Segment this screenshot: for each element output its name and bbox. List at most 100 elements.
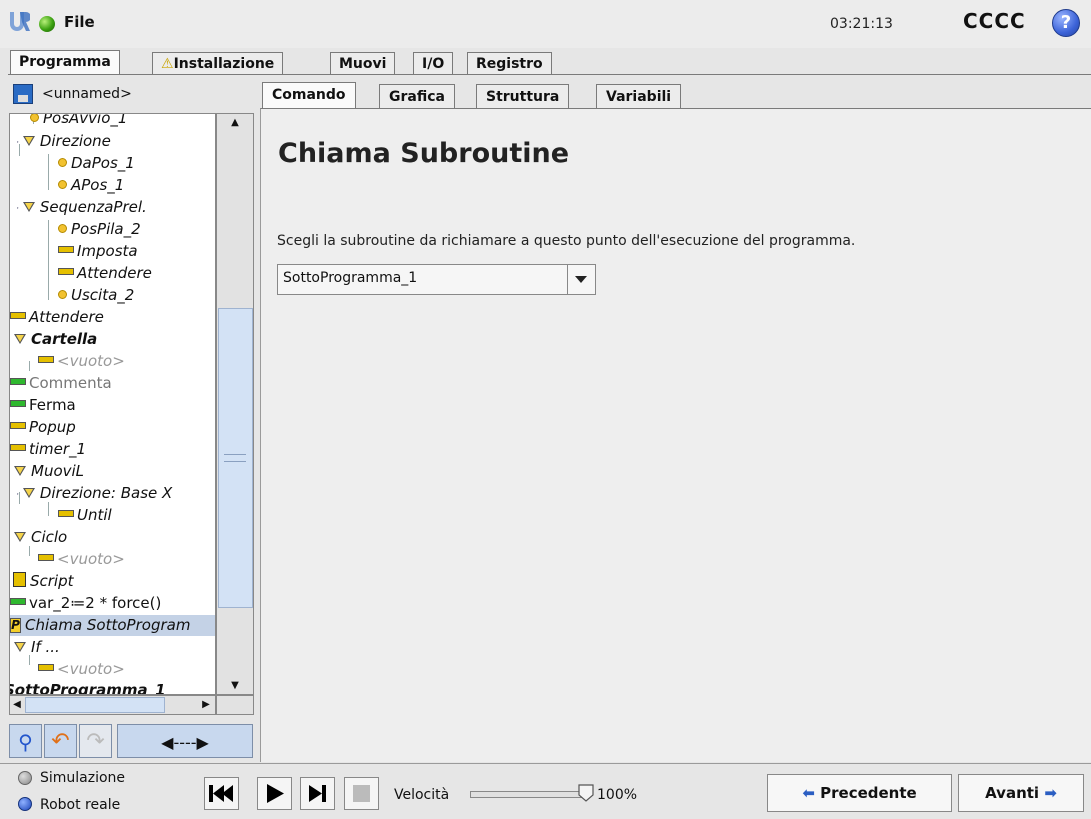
folder-triangle-icon: [22, 488, 35, 498]
redo-icon: ↷: [86, 729, 105, 754]
next-button[interactable]: Avanti ➡: [958, 774, 1084, 812]
scroll-right-icon[interactable]: ▶: [200, 699, 212, 713]
arrow-left-right-icon: ◀----▶: [161, 733, 209, 752]
tree-node[interactable]: MuoviL: [14, 461, 84, 482]
description-text: Scegli la subroutine da richiamare a que…: [277, 233, 856, 249]
tab-label: Comando: [272, 87, 346, 103]
help-icon[interactable]: ?: [1052, 9, 1080, 37]
tree-node[interactable]: PosPila_2: [58, 219, 141, 240]
tab-muovi[interactable]: Muovi: [330, 52, 396, 74]
tab-variabili[interactable]: Variabili: [596, 84, 682, 108]
tab-installazione[interactable]: ⚠Installazione: [152, 52, 284, 74]
green-bar-icon: [10, 378, 26, 385]
folder-triangle-icon: [22, 202, 35, 212]
grip-icon: [224, 454, 246, 462]
tree-node[interactable]: Commenta: [10, 373, 112, 394]
step-button[interactable]: [300, 777, 335, 810]
folder-triangle-icon: [14, 334, 26, 344]
tree-node[interactable]: ᐧ Direzione: [16, 131, 111, 152]
play-icon: [267, 784, 284, 803]
tree-node[interactable]: PosAvvio_1: [30, 114, 127, 129]
tree-node[interactable]: <vuoto>: [38, 351, 125, 372]
tab-io[interactable]: I/O: [413, 52, 454, 74]
tab-divider: [8, 74, 1091, 75]
yellow-bar-icon: [10, 422, 26, 429]
tree-node-selected[interactable]: P Chiama SottoProgram: [10, 615, 215, 636]
tree-node[interactable]: ᐧ SequenzaPrel.: [16, 197, 147, 218]
tree-node-label: Chiama SottoProgram: [25, 616, 191, 634]
search-button[interactable]: ⚲: [9, 724, 42, 758]
tab-grafica[interactable]: Grafica: [379, 84, 455, 108]
tree-node[interactable]: DaPos_1: [58, 153, 135, 174]
play-button[interactable]: [257, 777, 292, 810]
file-menu[interactable]: File: [64, 13, 95, 31]
tree-node[interactable]: Attendere: [58, 263, 152, 284]
waypoint-icon: [30, 114, 39, 122]
tree-node[interactable]: Popup: [10, 417, 76, 438]
yellow-bar-icon: [58, 268, 74, 275]
tree-node[interactable]: ᐧ Direzione: Base X: [16, 483, 172, 504]
scroll-left-icon[interactable]: ◀: [11, 699, 23, 713]
stop-button[interactable]: [344, 777, 379, 810]
tree-node-label: Direzione: [39, 132, 111, 150]
tree-node[interactable]: Script: [13, 571, 74, 592]
real-robot-radio[interactable]: [18, 797, 32, 811]
tree-node[interactable]: Imposta: [58, 241, 138, 262]
undo-button[interactable]: ↶: [44, 724, 77, 758]
tree-node[interactable]: APos_1: [58, 175, 124, 196]
green-bar-icon: [10, 598, 26, 605]
tree-node[interactable]: Ciclo: [14, 527, 67, 548]
tree-node[interactable]: Cartella: [14, 329, 97, 350]
step-icon: [309, 785, 326, 802]
tree-node-label: Uscita_2: [71, 286, 135, 304]
program-tree[interactable]: PosAvvio_1 ᐧ Direzione DaPos_1 APos_1 ᐧ Se…: [9, 113, 216, 695]
tree-node[interactable]: Attendere: [10, 307, 104, 328]
tree-node[interactable]: timer_1: [10, 439, 86, 460]
previous-button[interactable]: ⬅ Precedente: [767, 774, 952, 812]
subroutine-dropdown-value: SottoProgramma_1: [283, 270, 418, 286]
simulation-label: Simulazione: [40, 770, 126, 786]
tree-node[interactable]: Until: [58, 505, 112, 526]
tab-label: Variabili: [606, 89, 672, 105]
tab-registro[interactable]: Registro: [467, 52, 552, 74]
arrow-right-icon: ➡: [1044, 784, 1057, 802]
simulation-radio[interactable]: [18, 771, 32, 785]
tree-node[interactable]: If ...: [14, 637, 60, 658]
warning-icon: ⚠: [161, 56, 174, 72]
tab-comando[interactable]: Comando: [262, 82, 356, 109]
tree-node-label: Popup: [29, 418, 76, 436]
real-robot-label: Robot reale: [40, 797, 121, 813]
tab-struttura[interactable]: Struttura: [476, 84, 570, 108]
tree-node[interactable]: <vuoto>: [38, 549, 125, 570]
chevron-down-icon[interactable]: [567, 265, 595, 294]
previous-label: Precedente: [820, 784, 917, 802]
folder-triangle-icon: [22, 136, 35, 146]
ur-logo-icon: [10, 12, 30, 31]
scroll-down-icon[interactable]: ▼: [226, 680, 244, 694]
tab-label: Programma: [19, 54, 111, 70]
tree-node-label: <vuoto>: [57, 660, 125, 678]
tree-node-label: timer_1: [29, 440, 87, 458]
tree-node[interactable]: var_2≔2 * force(): [10, 593, 161, 614]
save-icon[interactable]: [13, 84, 33, 104]
tree-node[interactable]: SottoProgramma_1: [9, 680, 166, 695]
speed-value: 100%: [597, 787, 638, 803]
scroll-up-icon[interactable]: ▲: [226, 117, 244, 131]
clock: 03:21:13: [830, 16, 893, 32]
tree-hscroll-thumb[interactable]: [25, 697, 165, 713]
redo-button[interactable]: ↷: [79, 724, 112, 758]
tab-programma[interactable]: Programma: [10, 50, 120, 75]
collapse-expand-button[interactable]: ◀----▶: [117, 724, 253, 758]
top-bar: [0, 0, 1091, 48]
folder-triangle-icon: [14, 532, 26, 542]
rewind-button[interactable]: [204, 777, 239, 810]
tree-node-label: SottoProgramma_1: [9, 681, 166, 695]
speed-slider-thumb[interactable]: [577, 783, 595, 803]
tree-node[interactable]: <vuoto>: [38, 659, 125, 680]
tree-node[interactable]: Uscita_2: [58, 285, 134, 306]
stop-icon: [353, 785, 370, 802]
folder-triangle-icon: [14, 642, 26, 652]
tree-node[interactable]: Ferma: [10, 395, 76, 416]
speed-slider[interactable]: [470, 791, 590, 798]
undo-icon: ↶: [51, 729, 70, 754]
